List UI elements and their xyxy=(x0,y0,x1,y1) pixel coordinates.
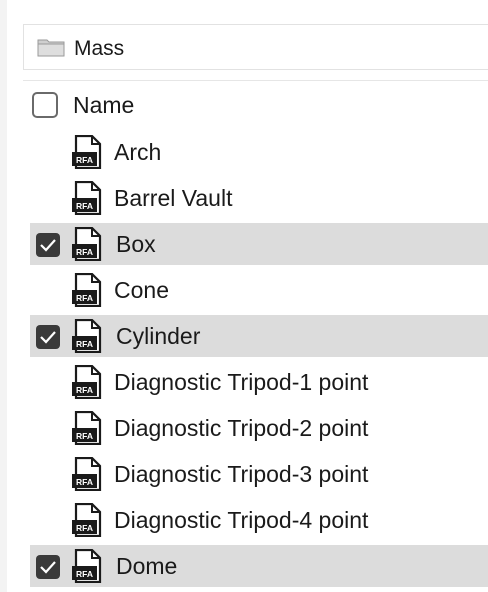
svg-text:RFA: RFA xyxy=(76,201,93,211)
list-item[interactable]: RFA Diagnostic Tripod-3 point xyxy=(30,451,488,497)
rfa-file-icon: RFA xyxy=(72,181,102,215)
list-item[interactable]: RFA Cylinder xyxy=(30,313,488,359)
list-item[interactable]: RFA Diagnostic Tripod-4 point xyxy=(30,497,488,543)
item-label: Arch xyxy=(114,139,162,165)
item-label: Cylinder xyxy=(116,323,201,349)
name-column-label: Name xyxy=(73,92,135,118)
item-label: Dome xyxy=(116,553,178,579)
list-item[interactable]: RFA Box xyxy=(30,221,488,267)
rfa-file-icon: RFA xyxy=(72,319,102,353)
svg-text:RFA: RFA xyxy=(76,155,93,165)
path-bar[interactable]: Mass xyxy=(23,24,488,70)
name-column-header[interactable]: Name xyxy=(30,88,488,124)
rfa-file-icon: RFA xyxy=(72,411,102,445)
item-label: Box xyxy=(116,231,156,257)
list-item[interactable]: RFA Dome xyxy=(30,543,488,589)
rfa-file-icon: RFA xyxy=(72,457,102,491)
list-item[interactable]: RFA Cone xyxy=(30,267,488,313)
svg-text:RFA: RFA xyxy=(76,293,93,303)
item-label: Diagnostic Tripod-1 point xyxy=(114,369,369,395)
rfa-file-icon: RFA xyxy=(72,135,102,169)
divider xyxy=(23,80,488,81)
item-label: Diagnostic Tripod-4 point xyxy=(114,507,369,533)
list-item[interactable]: RFA Arch xyxy=(30,129,488,175)
rfa-file-icon: RFA xyxy=(72,549,102,583)
svg-text:RFA: RFA xyxy=(76,477,93,487)
path-label: Mass xyxy=(74,37,125,60)
checkmark-icon xyxy=(40,239,56,252)
svg-text:RFA: RFA xyxy=(76,569,93,579)
checkmark-icon xyxy=(40,331,56,344)
item-label: Barrel Vault xyxy=(114,185,233,211)
item-checkbox[interactable] xyxy=(36,325,60,349)
svg-text:RFA: RFA xyxy=(76,431,93,441)
folder-icon xyxy=(37,39,65,57)
item-checkbox[interactable] xyxy=(36,555,60,579)
list-item[interactable]: RFA Diagnostic Tripod-2 point xyxy=(30,405,488,451)
svg-text:RFA: RFA xyxy=(76,385,93,395)
select-all-checkbox[interactable] xyxy=(32,92,58,118)
svg-text:RFA: RFA xyxy=(76,523,93,533)
family-file-list: RFA Arch RFA Barrel Vault RFA Box RFA Co… xyxy=(30,129,488,589)
list-item[interactable]: RFA Diagnostic Tripod-1 point xyxy=(30,359,488,405)
item-label: Cone xyxy=(114,277,169,303)
item-checkbox[interactable] xyxy=(36,233,60,257)
rfa-file-icon: RFA xyxy=(72,365,102,399)
item-label: Diagnostic Tripod-2 point xyxy=(114,415,369,441)
list-item[interactable]: RFA Barrel Vault xyxy=(30,175,488,221)
checkmark-icon xyxy=(40,561,56,574)
rfa-file-icon: RFA xyxy=(72,503,102,537)
rfa-file-icon: RFA xyxy=(72,227,102,261)
rfa-file-icon: RFA xyxy=(72,273,102,307)
svg-text:RFA: RFA xyxy=(76,339,93,349)
item-label: Diagnostic Tripod-3 point xyxy=(114,461,369,487)
svg-text:RFA: RFA xyxy=(76,247,93,257)
